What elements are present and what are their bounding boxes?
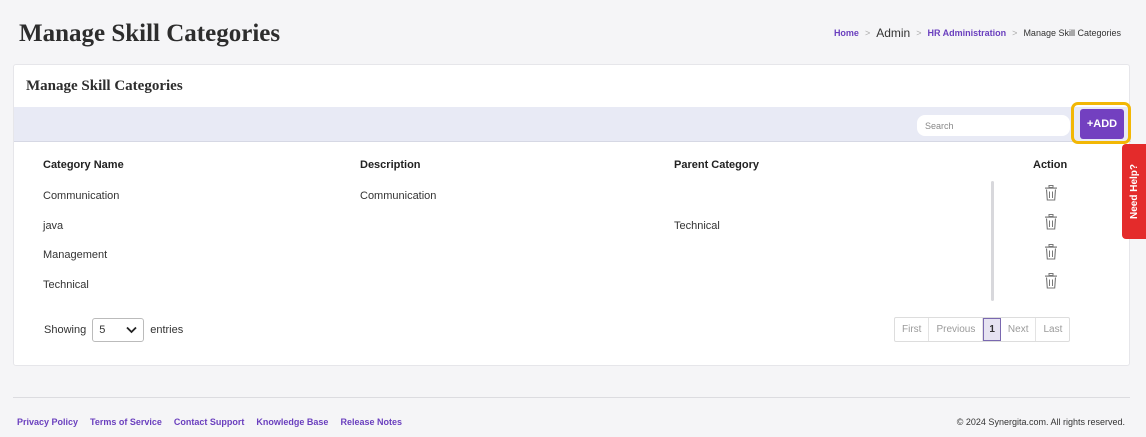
trash-icon[interactable]	[1044, 273, 1058, 289]
trash-icon[interactable]	[1044, 244, 1058, 260]
trash-icon[interactable]	[1044, 185, 1058, 201]
pagination-first[interactable]: First	[895, 318, 930, 341]
trash-icon[interactable]	[1044, 214, 1058, 230]
column-header-category-name[interactable]: Category Name	[43, 159, 124, 171]
card-title: Manage Skill Categories	[26, 78, 183, 94]
add-button[interactable]: +ADD	[1080, 109, 1124, 139]
breadcrumb-home[interactable]: Home	[834, 28, 859, 38]
entries-label: entries	[150, 324, 184, 336]
pagination-last[interactable]: Last	[1036, 318, 1069, 341]
cell-category-name: Technical	[43, 279, 89, 291]
page-length-control: Showing 5 entries	[44, 318, 183, 342]
page-title: Manage Skill Categories	[19, 20, 281, 47]
search-input[interactable]	[917, 115, 1070, 136]
footer-link-terms-of-service[interactable]: Terms of Service	[90, 417, 162, 427]
column-header-parent-category[interactable]: Parent Category	[674, 159, 759, 171]
copyright-text: © 2024 Synergita.com. All rights reserve…	[956, 417, 1125, 427]
cell-parent-category: Technical	[674, 220, 720, 232]
table-scrollbar[interactable]	[991, 181, 994, 301]
showing-label: Showing	[44, 324, 87, 336]
footer-link-privacy-policy[interactable]: Privacy Policy	[17, 417, 78, 427]
need-help-label: Need Help?	[1128, 163, 1140, 220]
entries-select-value: 5	[99, 324, 106, 336]
pagination-next[interactable]: Next	[1001, 318, 1037, 341]
footer-divider	[13, 397, 1130, 398]
need-help-tab[interactable]: Need Help?	[1122, 144, 1146, 239]
breadcrumb-separator-icon: >	[916, 28, 922, 38]
breadcrumb-hr-administration[interactable]: HR Administration	[928, 28, 1007, 38]
column-header-description[interactable]: Description	[360, 159, 421, 171]
cell-category-name: java	[43, 220, 64, 232]
footer-links: Privacy Policy Terms of Service Contact …	[17, 417, 402, 427]
breadcrumb-current: Manage Skill Categories	[1023, 28, 1121, 38]
breadcrumb-separator-icon: >	[864, 28, 871, 38]
footer-link-contact-support[interactable]: Contact Support	[174, 417, 245, 427]
breadcrumb: Home > Admin > HR Administration > Manag…	[834, 26, 1121, 40]
skill-categories-card: Manage Skill Categories +ADD Category Na…	[13, 64, 1131, 366]
footer-link-release-notes[interactable]: Release Notes	[340, 417, 402, 427]
chevron-down-icon	[126, 326, 137, 334]
pagination: First Previous 1 Next Last	[894, 317, 1071, 342]
table-toolbar	[14, 107, 1131, 142]
cell-description: Communication	[360, 190, 437, 202]
cell-category-name: Communication	[43, 190, 120, 202]
column-header-action: Action	[1033, 159, 1068, 171]
cell-category-name: Management	[43, 249, 108, 261]
breadcrumb-admin: Admin	[876, 26, 911, 40]
pagination-previous[interactable]: Previous	[929, 318, 984, 341]
breadcrumb-separator-icon: >	[1012, 28, 1018, 38]
pagination-page-1[interactable]: 1	[983, 318, 1001, 341]
entries-select[interactable]: 5	[92, 318, 145, 342]
footer-link-knowledge-base[interactable]: Knowledge Base	[256, 417, 328, 427]
